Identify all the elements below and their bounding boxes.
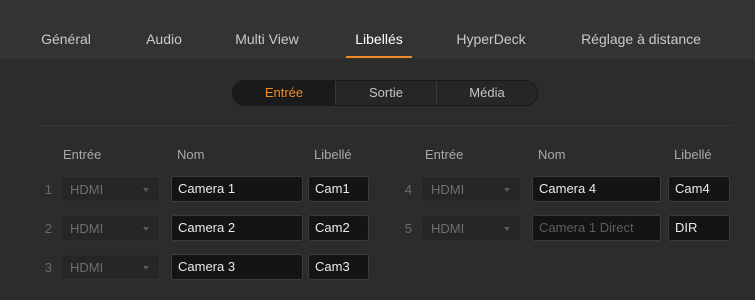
column-header-nom: Nom [177, 147, 205, 162]
active-tab-indicator [346, 56, 412, 58]
column-header-libelle: Libellé [674, 147, 712, 162]
label-field[interactable]: DIR [668, 215, 730, 241]
name-field[interactable]: Camera 1 [171, 176, 303, 202]
input-select[interactable]: HDMI [421, 176, 521, 202]
input-select[interactable]: HDMI [60, 254, 160, 280]
column-header-entree: Entrée [63, 147, 102, 162]
input-select[interactable]: HDMI [60, 215, 160, 241]
row-number: 1 [44, 182, 52, 197]
chevron-down-icon [504, 227, 510, 231]
divider [42, 125, 732, 126]
row-number: 5 [404, 221, 412, 236]
row-number: 3 [44, 260, 52, 275]
chevron-down-icon [143, 227, 149, 231]
segment-media[interactable]: Média [437, 81, 537, 105]
input-select[interactable]: HDMI [60, 176, 160, 202]
input-select-value: HDMI [431, 221, 465, 236]
tab-reglage-a-distance[interactable]: Réglage à distance [578, 31, 704, 51]
chevron-down-icon [504, 188, 510, 192]
label-field[interactable]: Cam2 [308, 215, 369, 241]
tab-multi-view[interactable]: Multi View [232, 31, 302, 51]
tab-libelles-label: Libellés [355, 31, 403, 47]
chevron-down-icon [143, 266, 149, 270]
input-select[interactable]: HDMI [421, 215, 521, 241]
input-select-value: HDMI [431, 182, 465, 197]
tab-libelles[interactable]: Libellés [346, 31, 412, 58]
segment-entree[interactable]: Entrée [233, 81, 335, 105]
name-field[interactable]: Camera 4 [532, 176, 661, 202]
label-field[interactable]: Cam4 [668, 176, 730, 202]
label-field[interactable]: Cam3 [308, 254, 369, 280]
label-field[interactable]: Cam1 [308, 176, 369, 202]
column-header-nom: Nom [538, 147, 566, 162]
tab-audio[interactable]: Audio [145, 31, 183, 51]
row-number: 2 [44, 221, 52, 236]
name-field[interactable]: Camera 3 [171, 254, 303, 280]
segment-sortie[interactable]: Sortie [336, 81, 436, 105]
tab-hyperdeck[interactable]: HyperDeck [454, 31, 528, 51]
name-field[interactable]: Camera 1 Direct [532, 215, 661, 241]
column-header-libelle: Libellé [314, 147, 352, 162]
label-type-segmented-control: Entrée Sortie Média [232, 80, 538, 106]
chevron-down-icon [143, 188, 149, 192]
row-number: 4 [404, 182, 412, 197]
tab-general[interactable]: Général [38, 31, 94, 51]
input-select-value: HDMI [70, 221, 104, 236]
input-select-value: HDMI [70, 182, 104, 197]
settings-tab-bar: Général Audio Multi View Libellés HyperD… [0, 0, 755, 60]
name-field[interactable]: Camera 2 [171, 215, 303, 241]
input-select-value: HDMI [70, 260, 104, 275]
column-header-entree: Entrée [425, 147, 464, 162]
